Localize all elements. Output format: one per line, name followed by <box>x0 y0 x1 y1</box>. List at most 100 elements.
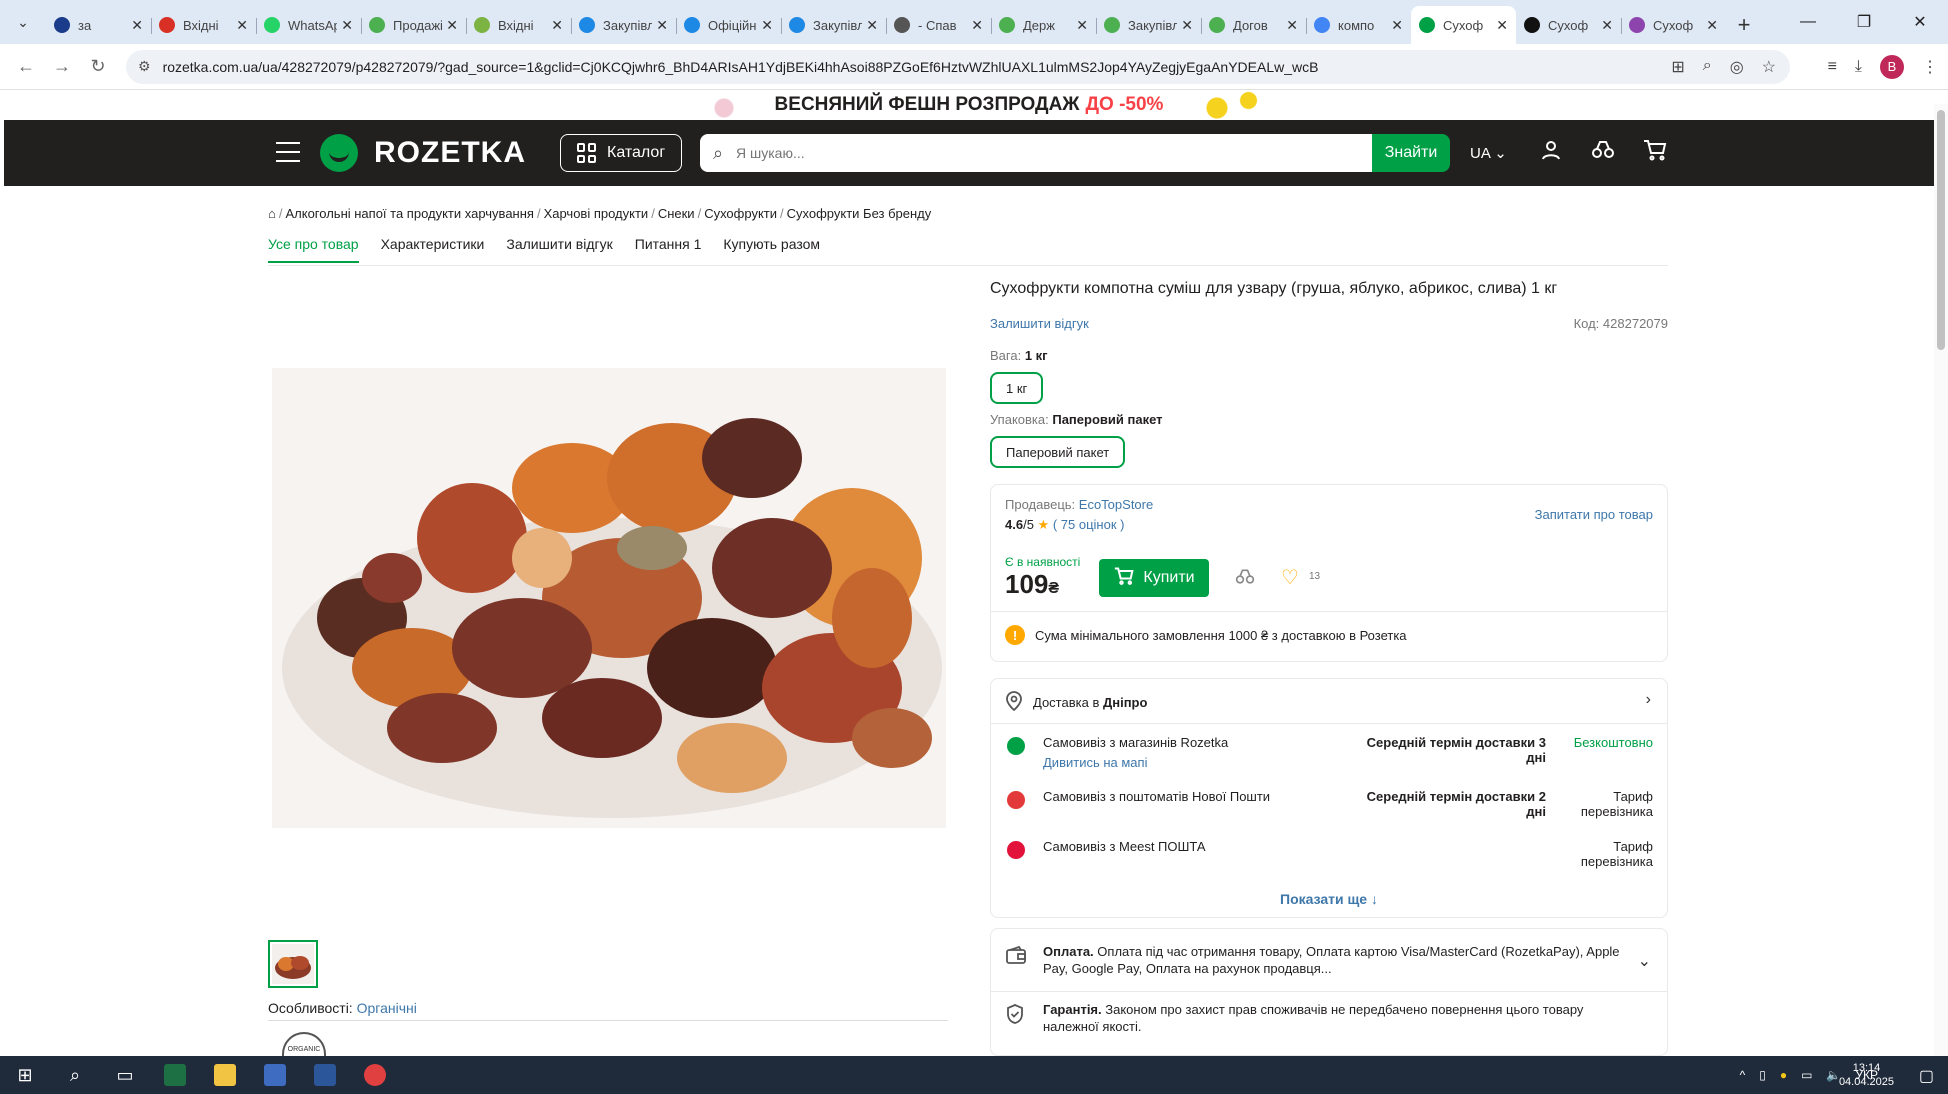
task-view-icon[interactable]: ▭ <box>100 1056 150 1094</box>
excel-app-icon[interactable] <box>150 1056 200 1094</box>
browser-tab[interactable]: Держ ✕ <box>991 6 1096 44</box>
chevron-down-icon[interactable]: ⌄ <box>1638 951 1651 971</box>
product-image[interactable] <box>272 368 946 828</box>
product-tab[interactable]: Купують разом <box>723 236 820 263</box>
zoom-icon[interactable]: ⌕ <box>1703 57 1712 77</box>
chrome-app-icon[interactable] <box>350 1056 400 1094</box>
pack-option-chip[interactable]: Паперовий пакет <box>990 436 1126 468</box>
forward-icon[interactable]: → <box>44 56 80 77</box>
search-button[interactable]: Знайти <box>1372 134 1450 172</box>
browser-tab[interactable]: Закупівлі ✕ <box>781 6 886 44</box>
url-bar[interactable]: ⚙ rozetka.com.ua/ua/428272079/p428272079… <box>126 49 1790 84</box>
browser-tab[interactable]: Закупівлі ✕ <box>571 6 676 44</box>
notifications-icon[interactable]: ▢ <box>1919 1066 1934 1086</box>
back-icon[interactable]: ← <box>8 56 44 77</box>
weight-option-chip[interactable]: 1 кг <box>990 372 1044 404</box>
product-tab[interactable]: Питання 1 <box>635 236 702 263</box>
promo-banner[interactable]: ВЕСНЯНИЙ ФЕШН РОЗПРОДАЖ ДО -50% <box>4 90 1934 120</box>
browser-tab[interactable]: Сухоф ✕ <box>1516 6 1621 44</box>
install-app-icon[interactable]: ⊞ <box>1671 57 1684 77</box>
tray-expand-icon[interactable]: ^ <box>1740 1068 1746 1082</box>
browser-tab[interactable]: Закупівлі ✕ <box>1096 6 1201 44</box>
restore-icon[interactable]: ❐ <box>1836 0 1892 44</box>
breadcrumb-link[interactable]: Алкогольні напої та продукти харчування <box>285 206 533 221</box>
network-icon[interactable]: ▭ <box>1801 1068 1812 1082</box>
tab-close-icon[interactable]: ✕ <box>1496 17 1508 34</box>
browser-menu-icon[interactable]: ⋮ <box>1922 57 1938 77</box>
tab-close-icon[interactable]: ✕ <box>1286 17 1298 34</box>
language-selector[interactable]: UA ⌄ <box>1470 144 1507 162</box>
tab-close-icon[interactable]: ✕ <box>1601 17 1613 34</box>
save-app-icon[interactable] <box>250 1056 300 1094</box>
minimize-icon[interactable]: — <box>1780 0 1836 44</box>
app-tray-icon[interactable]: ● <box>1780 1068 1787 1082</box>
delivery-location[interactable]: Доставка в Дніпро <box>1005 691 1147 714</box>
new-tab-button[interactable]: + <box>1726 6 1762 44</box>
word-app-icon[interactable] <box>300 1056 350 1094</box>
bookmark-star-icon[interactable]: ☆ <box>1762 57 1776 77</box>
scrollbar-thumb[interactable] <box>1937 110 1945 350</box>
hamburger-menu-icon[interactable] <box>276 142 300 162</box>
tab-close-icon[interactable]: ✕ <box>656 17 668 34</box>
rozetka-logo-icon[interactable] <box>320 134 358 172</box>
browser-tab[interactable]: Продажі ✕ <box>361 6 466 44</box>
user-icon[interactable] <box>1536 138 1566 168</box>
tab-close-icon[interactable]: ✕ <box>236 17 248 34</box>
browser-tab[interactable]: Вхідні ✕ <box>466 6 571 44</box>
browser-tab[interactable]: компо ✕ <box>1306 6 1411 44</box>
browser-tab[interactable]: за ✕ <box>46 6 151 44</box>
product-tab[interactable]: Характеристики <box>381 236 485 263</box>
tab-close-icon[interactable]: ✕ <box>551 17 563 34</box>
view-on-map-link[interactable]: Дивитись на мапі <box>1043 755 1147 770</box>
show-more-button[interactable]: Показати ще ↓ <box>991 891 1667 907</box>
tab-close-icon[interactable]: ✕ <box>1181 17 1193 34</box>
profile-avatar[interactable]: B <box>1880 54 1904 79</box>
browser-tab[interactable]: Догов ✕ <box>1201 6 1306 44</box>
windows-start-icon[interactable]: ⊞ <box>0 1056 50 1094</box>
rozetka-logo-text[interactable]: ROZETKA <box>374 136 526 170</box>
buy-button[interactable]: Купити <box>1099 559 1209 597</box>
compare-scales-icon[interactable] <box>1588 138 1618 168</box>
tab-close-icon[interactable]: ✕ <box>761 17 773 34</box>
browser-tab[interactable]: Офіційний✕ <box>676 6 781 44</box>
tab-search-chevron-icon[interactable]: ⌄ <box>0 0 46 44</box>
product-thumbnail[interactable] <box>268 940 318 988</box>
tab-close-icon[interactable]: ✕ <box>341 17 353 34</box>
breadcrumb-link[interactable]: Сухофрукти Без бренду <box>787 206 932 221</box>
search-icon[interactable]: ⌕ <box>50 1056 100 1094</box>
tab-close-icon[interactable]: ✕ <box>971 17 983 34</box>
ask-seller-link[interactable]: Запитати про товар <box>1535 507 1653 522</box>
clock[interactable]: 13:14 04.04.2025 <box>1839 1061 1894 1089</box>
tab-close-icon[interactable]: ✕ <box>1391 17 1403 34</box>
browser-tab[interactable]: WhatsApp✕ <box>256 6 361 44</box>
cart-icon[interactable] <box>1640 138 1670 168</box>
search-input[interactable] <box>736 134 1410 172</box>
wishlist-heart-icon[interactable]: ♡ <box>1281 565 1299 590</box>
browser-tab[interactable]: Вхідні ✕ <box>151 6 256 44</box>
home-icon[interactable]: ⌂ <box>268 206 276 221</box>
tab-close-icon[interactable]: ✕ <box>1076 17 1088 34</box>
product-tab[interactable]: Залишити відгук <box>506 236 612 263</box>
tab-close-icon[interactable]: ✕ <box>866 17 878 34</box>
product-tab[interactable]: Усе про товар <box>268 236 359 263</box>
tab-close-icon[interactable]: ✕ <box>1706 17 1718 34</box>
rating-count-link[interactable]: ( 75 оцінок ) <box>1053 517 1125 532</box>
media-control-icon[interactable]: ≡ <box>1828 58 1837 76</box>
chevron-right-icon[interactable]: › <box>1646 691 1651 709</box>
tab-close-icon[interactable]: ✕ <box>131 17 143 34</box>
tracking-eye-icon[interactable]: ◎ <box>1730 57 1744 77</box>
usb-icon[interactable]: ▯ <box>1759 1068 1766 1082</box>
features-link[interactable]: Органічні <box>357 1000 417 1016</box>
close-window-icon[interactable]: ✕ <box>1892 0 1948 44</box>
breadcrumb-link[interactable]: Сухофрукти <box>704 206 777 221</box>
reload-icon[interactable]: ↻ <box>80 56 116 77</box>
seller-link[interactable]: EcoTopStore <box>1079 497 1153 512</box>
leave-review-link[interactable]: Залишити відгук <box>990 316 1089 331</box>
breadcrumb-link[interactable]: Снеки <box>658 206 695 221</box>
downloads-icon[interactable]: ⤓ <box>1855 58 1862 76</box>
breadcrumb-link[interactable]: Харчові продукти <box>544 206 649 221</box>
file-explorer-icon[interactable] <box>200 1056 250 1094</box>
site-info-icon[interactable]: ⚙ <box>138 58 151 75</box>
tab-close-icon[interactable]: ✕ <box>446 17 458 34</box>
browser-tab[interactable]: Сухоф ✕ <box>1621 6 1726 44</box>
